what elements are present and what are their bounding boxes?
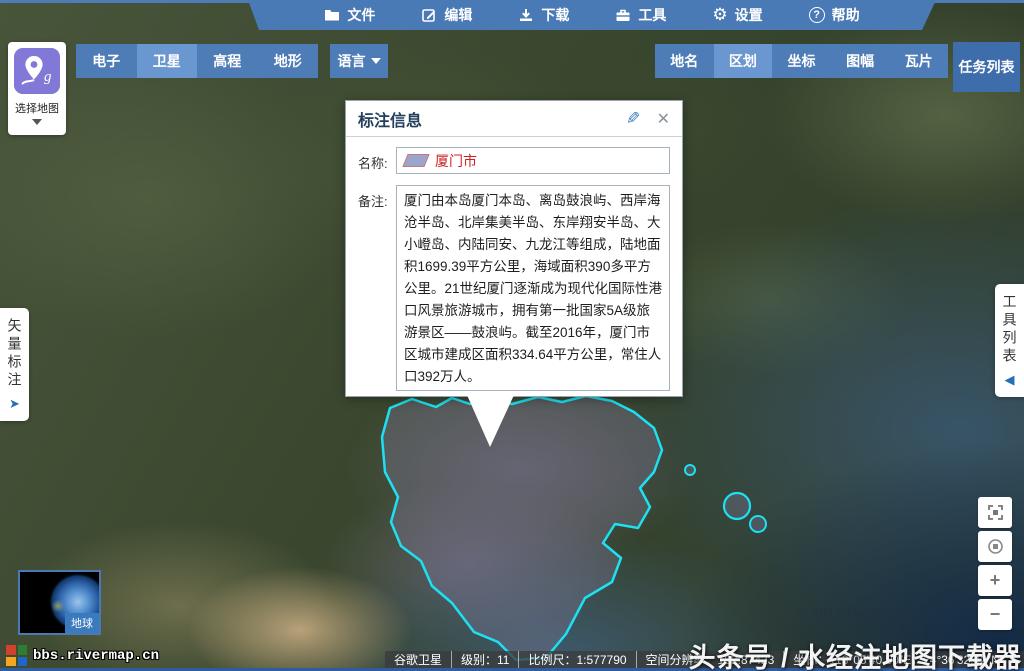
note-label: 备注: <box>358 185 396 391</box>
polygon-swatch-icon <box>402 154 429 167</box>
menu-tools[interactable]: 工具 <box>615 5 666 25</box>
dialog-title: 标注信息 <box>358 107 626 131</box>
language-label: 语言 <box>338 51 366 71</box>
map-pin-g-icon: g <box>14 48 60 94</box>
island-boundary[interactable] <box>724 493 750 519</box>
tab-terrain[interactable]: 地形 <box>258 44 319 78</box>
edit-icon <box>421 7 437 23</box>
menu-label: 文件 <box>347 5 375 25</box>
menu-label: 设置 <box>735 5 763 25</box>
vector-annotation-panel-tab[interactable]: 矢量标注 ➤ <box>0 308 29 421</box>
name-field-row: 名称: 厦门市 <box>358 147 670 174</box>
app-window: © 2017 Google 文件 编辑 下载 <box>0 0 1024 671</box>
globe-label: 地球 <box>65 613 99 633</box>
menu-help[interactable]: ? 帮助 <box>809 5 860 25</box>
island-boundary[interactable] <box>750 516 766 532</box>
zoom-out-button[interactable]: − <box>978 599 1012 630</box>
watermark-text: 头条号 / 水经注地图下载器 <box>688 636 1022 671</box>
center-view-button[interactable] <box>978 531 1012 562</box>
tab-placenames[interactable]: 地名 <box>655 44 714 78</box>
center-target-icon <box>987 538 1004 555</box>
tool-list-label: 工具列表 <box>1000 294 1020 366</box>
menu-label: 帮助 <box>832 5 860 25</box>
menu-settings[interactable]: ⚙ 设置 <box>712 5 762 25</box>
menu-label: 工具 <box>638 5 666 25</box>
toolbox-icon <box>615 7 631 23</box>
fullscreen-icon <box>987 504 1004 521</box>
island-boundary[interactable] <box>685 465 695 475</box>
collapse-left-icon: ◀ <box>1005 372 1015 388</box>
site-link: bbs.rivermap.cn <box>33 648 159 664</box>
zoom-in-button[interactable]: + <box>978 565 1012 596</box>
map-selector-button[interactable]: g 选择地图 <box>8 42 66 135</box>
download-icon <box>518 7 534 23</box>
note-textarea[interactable]: 厦门由本岛厦门本岛、离岛鼓浪屿、西岸海沧半岛、北岸集美半岛、东岸翔安半岛、大小嶝… <box>396 185 670 391</box>
status-map-source: 谷歌卫星 <box>385 651 451 668</box>
name-value: 厦门市 <box>435 151 477 171</box>
tab-mapsheets[interactable]: 图幅 <box>831 44 890 78</box>
menu-download[interactable]: 下载 <box>518 5 569 25</box>
status-scale: 比例尺：1:577790 <box>518 651 635 668</box>
chevron-down-icon <box>32 119 42 125</box>
globe-preview[interactable]: 地球 <box>18 570 101 635</box>
tab-coordinates[interactable]: 坐标 <box>772 44 831 78</box>
tab-elevation[interactable]: 高程 <box>197 44 258 78</box>
fullscreen-button[interactable] <box>978 497 1012 528</box>
status-zoom-level: 级别：11 <box>451 651 518 668</box>
folder-icon <box>324 7 340 23</box>
name-label: 名称: <box>358 147 396 174</box>
region-boundary-xiamen[interactable] <box>382 396 662 660</box>
tool-list-panel-tab[interactable]: 工具列表 ◀ <box>995 284 1024 397</box>
annotation-info-dialog: 标注信息 ✎ ✕ 名称: 厦门市 备注: 厦门由本岛厦门本岛、离岛鼓浪屿、西岸海… <box>345 100 683 397</box>
vector-annotation-label: 矢量标注 <box>5 318 25 390</box>
svg-text:g: g <box>44 69 52 85</box>
site-logo: bbs.rivermap.cn <box>6 645 159 666</box>
map-controls: + − <box>978 497 1012 630</box>
menu-edit[interactable]: 编辑 <box>421 5 472 25</box>
gear-icon: ⚙ <box>712 7 727 23</box>
menu-label: 下载 <box>541 5 569 25</box>
menubar: 文件 编辑 下载 工具 ⚙ 设置 <box>248 0 936 30</box>
rivermap-logo-icon <box>6 645 27 666</box>
task-list-button[interactable]: 任务列表 <box>953 42 1020 92</box>
note-field-row: 备注: 厦门由本岛厦门本岛、离岛鼓浪屿、西岸海沧半岛、北岸集美半岛、东岸翔安半岛… <box>358 185 670 391</box>
dialog-body: 名称: 厦门市 备注: 厦门由本岛厦门本岛、离岛鼓浪屿、西岸海沧半岛、北岸集美半… <box>346 137 682 412</box>
map-selector-label: 选择地图 <box>8 100 66 116</box>
overlay-tabs: 地名 区划 坐标 图幅 瓦片 <box>655 44 948 78</box>
help-icon: ? <box>809 7 825 23</box>
tab-electronic[interactable]: 电子 <box>76 44 137 78</box>
language-dropdown[interactable]: 语言 <box>330 44 388 78</box>
edit-pencil-icon[interactable]: ✎ <box>626 109 640 129</box>
name-input[interactable]: 厦门市 <box>396 147 670 174</box>
expand-right-icon: ➤ <box>9 396 20 412</box>
map-copyright: © 2017 Google <box>798 606 892 620</box>
dialog-header: 标注信息 ✎ ✕ <box>346 101 682 137</box>
tab-tiles[interactable]: 瓦片 <box>889 44 948 78</box>
close-icon[interactable]: ✕ <box>657 109 670 129</box>
tab-satellite[interactable]: 卫星 <box>137 44 198 78</box>
menu-label: 编辑 <box>444 5 472 25</box>
dialog-callout-pointer <box>460 395 522 449</box>
map-type-tabs: 电子 卫星 高程 地形 <box>76 44 318 78</box>
menu-file[interactable]: 文件 <box>324 5 375 25</box>
chevron-down-icon <box>371 58 381 64</box>
tab-districts[interactable]: 区划 <box>714 44 773 78</box>
